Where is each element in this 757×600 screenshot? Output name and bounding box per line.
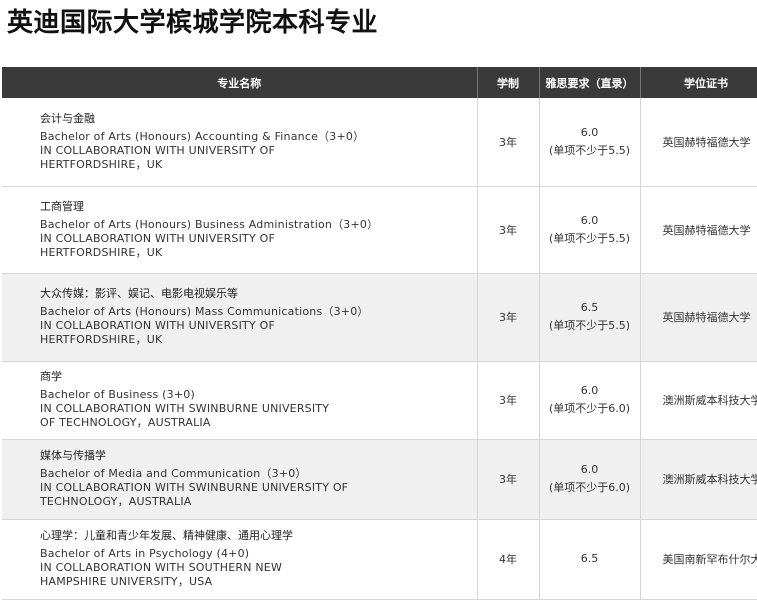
program-name-zh: 工商管理 (40, 199, 84, 213)
ielts-score: 6.0 (580, 384, 599, 397)
ielts-note: (单项不少于6.0) (548, 402, 631, 415)
table-row: 心理学：儿童和青少年发展、精神健康、通用心理学 Bachelor of Arts… (2, 519, 757, 600)
ielts-cell: 6.5 (单项不少于5.5) (539, 273, 641, 362)
program-name-zh: 会计与金融 (40, 111, 95, 125)
program-name-en-line: IN COLLABORATION WITH SOUTHERN NEW (40, 561, 283, 574)
ielts-cell: 6.5 (539, 519, 641, 600)
degree-cell: 美国南新罕布什尔大学 (640, 519, 757, 600)
program-name-cell: 商学 Bachelor of Business (3+0) IN COLLABO… (2, 361, 478, 440)
header-duration: 学制 (477, 67, 540, 98)
program-name-en-line: IN COLLABORATION WITH SWINBURNE UNIVERSI… (40, 402, 330, 415)
program-name-cell: 工商管理 Bachelor of Arts (Honours) Business… (2, 186, 478, 274)
ielts-score: 6.0 (580, 213, 599, 227)
degree-cell: 英国赫特福德大学 (640, 98, 757, 187)
program-name-en-line: IN COLLABORATION WITH SWINBURNE UNIVERSI… (40, 481, 349, 494)
duration-cell: 3年 (477, 273, 540, 362)
program-name-zh: 商学 (40, 370, 62, 383)
ielts-cell: 6.0 (单项不少于5.5) (539, 186, 641, 274)
program-name-en-line: Bachelor of Arts (Honours) Mass Communic… (40, 305, 369, 318)
program-name-zh: 大众传媒：影评、娱记、电影电视娱乐等 (40, 287, 238, 300)
table-row: 大众传媒：影评、娱记、电影电视娱乐等 Bachelor of Arts (Hon… (2, 273, 757, 362)
program-name-cell: 大众传媒：影评、娱记、电影电视娱乐等 Bachelor of Arts (Hon… (2, 273, 478, 362)
program-name-en-line: HERTFORDSHIRE，UK (40, 245, 163, 259)
program-name-cell: 媒体与传播学 Bachelor of Media and Communicati… (2, 439, 478, 520)
program-name-cell: 会计与金融 Bachelor of Arts (Honours) Account… (2, 98, 478, 187)
page-title: 英迪国际大学槟城学院本科专业 (7, 8, 379, 38)
duration-cell: 4年 (477, 519, 540, 600)
table-row: 会计与金融 Bachelor of Arts (Honours) Account… (2, 98, 757, 187)
program-name-en-line: HERTFORDSHIRE，UK (40, 333, 163, 346)
ielts-score: 6.0 (580, 463, 599, 476)
duration-cell: 3年 (477, 439, 540, 520)
program-name-en-line: HERTFORDSHIRE，UK (40, 157, 163, 171)
header-program-name: 专业名称 (2, 67, 478, 98)
ielts-note: (单项不少于6.0) (548, 481, 631, 494)
table-row: 媒体与传播学 Bachelor of Media and Communicati… (2, 439, 757, 520)
ielts-note: (单项不少于5.5) (548, 143, 631, 157)
table-row: 商学 Bachelor of Business (3+0) IN COLLABO… (2, 361, 757, 440)
degree-cell: 英国赫特福德大学 (640, 186, 757, 274)
ielts-cell: 6.0 (单项不少于5.5) (539, 98, 641, 187)
duration-cell: 3年 (477, 186, 540, 274)
degree-cell: 英国赫特福德大学 (640, 273, 757, 362)
program-name-en-line: TECHNOLOGY，AUSTRALIA (40, 495, 192, 508)
program-name-en-line: IN COLLABORATION WITH UNIVERSITY OF (40, 143, 275, 157)
ielts-score: 6.0 (580, 125, 599, 139)
program-name-en-line: IN COLLABORATION WITH UNIVERSITY OF (40, 319, 275, 332)
program-name-en-line: IN COLLABORATION WITH UNIVERSITY OF (40, 231, 275, 245)
duration-cell: 3年 (477, 361, 540, 440)
program-name-en-line: Bachelor of Business (3+0) (40, 388, 195, 401)
program-name-en-line: Bachelor of Media and Communication（3+0） (40, 467, 307, 480)
table-header-row: 专业名称 学制 雅思要求（直录） 学位证书 (2, 67, 757, 98)
header-degree: 学位证书 (640, 67, 757, 98)
degree-cell: 澳洲斯威本科技大学 (640, 439, 757, 520)
program-name-en-line: Bachelor of Arts in Psychology (4+0) (40, 547, 250, 560)
ielts-cell: 6.0 (单项不少于6.0) (539, 439, 641, 520)
duration-cell: 3年 (477, 98, 540, 187)
program-name-en-line: Bachelor of Arts (Honours) Accounting & … (40, 129, 365, 143)
degree-cell: 澳洲斯威本科技大学 (640, 361, 757, 440)
ielts-score: 6.5 (580, 552, 599, 565)
programs-table: 专业名称 学制 雅思要求（直录） 学位证书 会计与金融 Bachelor of … (2, 67, 757, 600)
ielts-score: 6.5 (580, 301, 599, 314)
program-name-zh: 媒体与传播学 (40, 449, 106, 462)
ielts-note: (单项不少于5.5) (548, 231, 631, 245)
ielts-note: (单项不少于5.5) (548, 319, 631, 332)
program-name-en-line: OF TECHNOLOGY，AUSTRALIA (40, 416, 211, 429)
program-name-en-line: HAMPSHIRE UNIVERSITY，USA (40, 575, 213, 588)
program-name-zh: 心理学：儿童和青少年发展、精神健康、通用心理学 (40, 529, 293, 542)
header-ielts: 雅思要求（直录） (539, 67, 641, 98)
table-row: 工商管理 Bachelor of Arts (Honours) Business… (2, 186, 757, 274)
ielts-cell: 6.0 (单项不少于6.0) (539, 361, 641, 440)
program-name-en-line: Bachelor of Arts (Honours) Business Admi… (40, 217, 379, 231)
program-name-cell: 心理学：儿童和青少年发展、精神健康、通用心理学 Bachelor of Arts… (2, 519, 478, 600)
